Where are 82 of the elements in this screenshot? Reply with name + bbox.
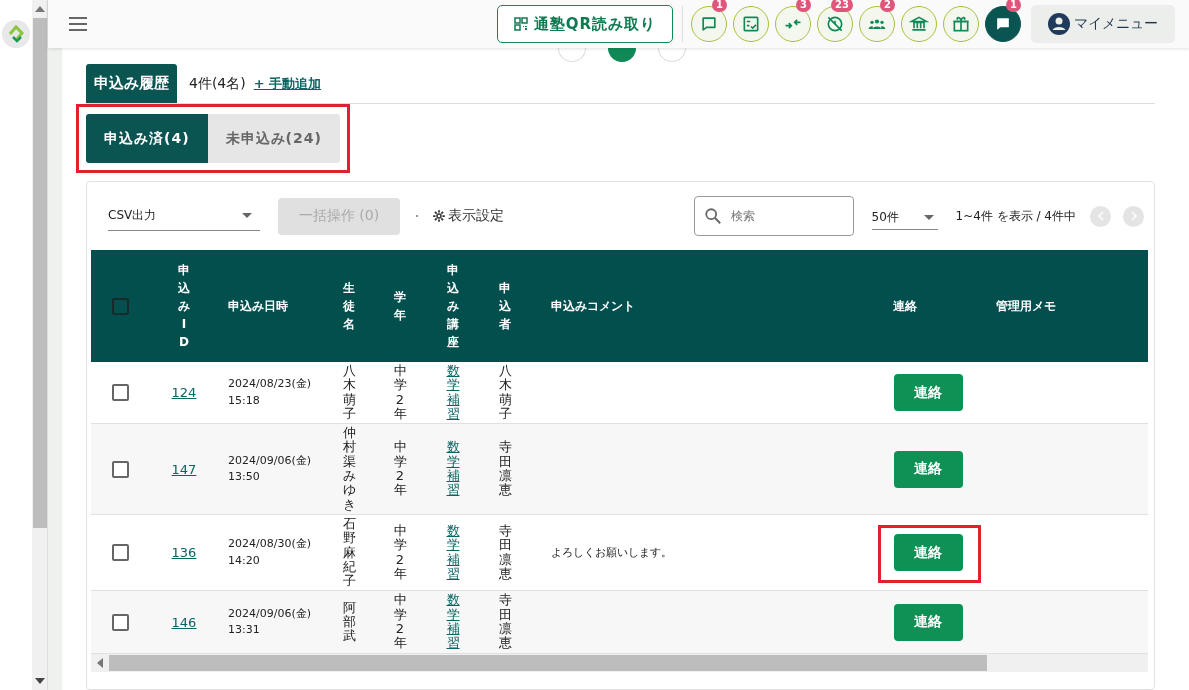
- my-menu-button[interactable]: マイメニュー: [1031, 5, 1175, 43]
- column-header[interactable]: 管理用メモ: [996, 297, 1056, 315]
- application-id-link[interactable]: 147: [171, 461, 197, 477]
- page-range-text: 1~4件 を表示 / 4件中: [955, 207, 1076, 225]
- qr-code-icon: [513, 17, 528, 31]
- notification-badge: 2: [880, 0, 895, 12]
- column-header[interactable]: 生徒名: [341, 279, 357, 333]
- qr-scan-button[interactable]: 通塾QR読み取り: [497, 5, 673, 43]
- application-id-link[interactable]: 136: [171, 545, 197, 561]
- clock-off-nav-button[interactable]: [817, 6, 853, 42]
- row-checkbox[interactable]: [112, 460, 129, 478]
- applicant-name: 寺田凛恵: [497, 593, 513, 651]
- application-id-link[interactable]: 146: [171, 614, 197, 630]
- manual-add-link[interactable]: + 手動追加: [253, 74, 322, 93]
- record-count: 4件(4名): [189, 74, 246, 93]
- column-header[interactable]: 学年: [392, 288, 408, 324]
- user-avatar-icon: [1048, 13, 1070, 35]
- select-all-checkbox[interactable]: [112, 297, 129, 315]
- bank-nav-button[interactable]: [901, 6, 937, 42]
- student-name: 仲村渠みゆき: [341, 426, 357, 512]
- csv-export-dropdown[interactable]: CSV出力: [108, 201, 260, 231]
- search-field[interactable]: 検索: [693, 196, 854, 236]
- application-datetime: 2024/09/06(金) 13:31: [228, 605, 311, 639]
- group-nav-button[interactable]: [859, 6, 895, 42]
- caret-icon: [242, 213, 252, 218]
- notification-badge: 1: [1006, 0, 1021, 12]
- contact-button[interactable]: 連絡: [893, 374, 963, 412]
- chat-nav-button[interactable]: [691, 6, 727, 42]
- contact-button[interactable]: 連絡: [893, 603, 963, 641]
- applicant-name: 八木萌子: [497, 364, 513, 422]
- column-header[interactable]: 申込みID: [176, 261, 192, 351]
- display-settings-button[interactable]: 表示設定: [432, 207, 504, 225]
- student-name: 阿部武: [341, 600, 357, 644]
- grade-text: 中学2年: [392, 593, 408, 651]
- application-comment: よろしくお願いします。: [551, 545, 672, 561]
- grade-text: 中学2年: [392, 440, 408, 498]
- column-header[interactable]: 申込み講座: [445, 261, 461, 351]
- application-datetime: 2024/08/30(金) 14:20: [228, 536, 311, 569]
- course-link[interactable]: 数学補習: [445, 524, 461, 582]
- course-link[interactable]: 数学補習: [445, 364, 461, 422]
- notification-badge: 23: [831, 0, 853, 12]
- grade-text: 中学2年: [392, 364, 408, 422]
- gear-icon: [432, 209, 446, 223]
- course-link[interactable]: 数学補習: [445, 593, 461, 651]
- caret-icon: [923, 215, 934, 220]
- notification-badge: 1: [712, 0, 727, 12]
- notification-badge: 3: [796, 0, 811, 12]
- application-datetime: 2024/08/23(金) 15:18: [228, 376, 311, 409]
- applicant-name: 寺田凛恵: [497, 524, 513, 582]
- checklist-icon: [741, 14, 761, 34]
- clock-off-icon: [825, 14, 845, 34]
- row-checkbox[interactable]: [112, 384, 129, 402]
- row-checkbox[interactable]: [112, 544, 129, 562]
- per-page-dropdown[interactable]: 50件: [871, 202, 938, 230]
- application-id-link[interactable]: 124: [171, 385, 197, 401]
- checklist-nav-button[interactable]: [733, 6, 769, 42]
- status-tab[interactable]: 未申込み(24): [207, 114, 340, 163]
- speech-bubble-icon: [699, 14, 719, 34]
- section-title: 申込み履歴: [86, 64, 177, 103]
- chevron-right-icon: [1128, 211, 1139, 221]
- application-datetime: 2024/09/06(金) 13:50: [228, 452, 311, 486]
- column-header[interactable]: 申込み日時: [228, 297, 288, 315]
- status-tab[interactable]: 申込み済(4): [86, 114, 208, 163]
- merge-nav-button[interactable]: [775, 6, 811, 42]
- column-header[interactable]: 連絡: [893, 297, 917, 315]
- course-link[interactable]: 数学補習: [445, 440, 461, 498]
- applicant-name: 寺田凛恵: [497, 440, 513, 498]
- bank-icon: [909, 14, 929, 34]
- contact-button[interactable]: 連絡: [893, 534, 963, 572]
- gift-nav-button[interactable]: [943, 6, 979, 42]
- column-header[interactable]: 申込みコメント: [551, 297, 635, 315]
- chevron-left-icon: [1095, 211, 1106, 221]
- menu-icon[interactable]: [68, 16, 88, 32]
- student-name: 石野麻紀子: [341, 516, 357, 589]
- column-header[interactable]: 申込者: [497, 279, 513, 333]
- grade-text: 中学2年: [392, 524, 408, 582]
- message-nav-button[interactable]: [985, 6, 1021, 42]
- vertical-scrollbar[interactable]: [32, 0, 48, 690]
- student-name: 八木萌子: [341, 364, 357, 422]
- row-checkbox[interactable]: [112, 613, 129, 631]
- gift-icon: [951, 14, 971, 34]
- contact-button[interactable]: 連絡: [893, 450, 963, 488]
